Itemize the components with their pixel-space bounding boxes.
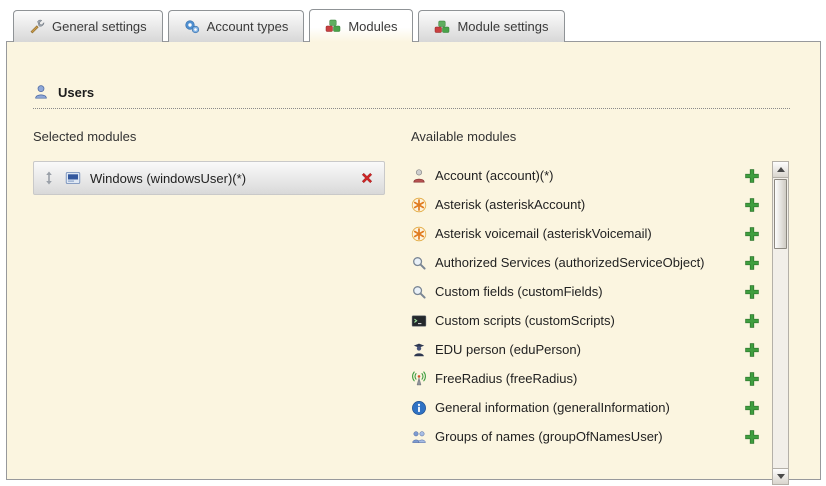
tab-modules[interactable]: Modules — [309, 9, 413, 42]
section-header: Users — [33, 84, 820, 100]
selected-modules-label: Selected modules — [33, 129, 385, 144]
available-modules-scrollbar[interactable] — [772, 161, 789, 485]
available-module-name: Asterisk voicemail (asteriskVoicemail) — [435, 226, 744, 241]
tab-label: Account types — [207, 19, 289, 34]
tab-account-types[interactable]: Account types — [168, 10, 305, 42]
green-plus-icon — [744, 284, 760, 300]
windows-module-icon — [65, 170, 81, 186]
available-module-row: Custom scripts (customScripts) — [411, 306, 772, 335]
available-module-name: Authorized Services (authorizedServiceOb… — [435, 255, 744, 270]
available-module-name: Asterisk (asteriskAccount) — [435, 197, 744, 212]
red-x-icon — [359, 170, 375, 186]
group-icon — [411, 429, 427, 445]
scrollbar-thumb[interactable] — [774, 179, 787, 249]
antenna-icon — [411, 371, 427, 387]
available-module-row: Custom fields (customFields) — [411, 277, 772, 306]
add-module-button[interactable] — [744, 429, 760, 445]
wrench-icon — [29, 19, 45, 35]
scroll-up-button[interactable] — [773, 162, 788, 178]
available-module-row: Account (account)(*) — [411, 161, 772, 190]
available-modules-column: Available modules Account (account)(*) — [411, 125, 789, 485]
green-plus-icon — [744, 168, 760, 184]
available-module-name: General information (generalInformation) — [435, 400, 744, 415]
green-plus-icon — [744, 429, 760, 445]
add-module-button[interactable] — [744, 197, 760, 213]
module-settings-icon — [434, 19, 450, 35]
tab-label: Modules — [348, 19, 397, 34]
terminal-icon — [411, 313, 427, 329]
add-module-button[interactable] — [744, 168, 760, 184]
arrow-down-icon — [777, 474, 785, 479]
available-module-row: Groups of names (groupOfNamesUser) — [411, 422, 772, 451]
green-plus-icon — [744, 197, 760, 213]
available-module-row: EDU person (eduPerson) — [411, 335, 772, 364]
add-module-button[interactable] — [744, 255, 760, 271]
add-module-button[interactable] — [744, 313, 760, 329]
available-module-name: Account (account)(*) — [435, 168, 744, 183]
add-module-button[interactable] — [744, 284, 760, 300]
tab-label: General settings — [52, 19, 147, 34]
green-plus-icon — [744, 226, 760, 242]
available-modules-list: Account (account)(*) — [411, 161, 789, 485]
green-plus-icon — [744, 400, 760, 416]
green-plus-icon — [744, 342, 760, 358]
selected-module-row[interactable]: Windows (windowsUser)(*) — [33, 161, 385, 195]
edu-person-icon — [411, 342, 427, 358]
available-module-name: Groups of names (groupOfNamesUser) — [435, 429, 744, 444]
module-columns: Selected modules Windows (w — [33, 125, 820, 485]
modules-icon — [325, 18, 341, 34]
available-module-row: Authorized Services (authorizedServiceOb… — [411, 248, 772, 277]
add-module-button[interactable] — [744, 400, 760, 416]
section-title: Users — [58, 85, 94, 100]
available-module-name: EDU person (eduPerson) — [435, 342, 744, 357]
arrow-up-icon — [777, 167, 785, 172]
asterisk-icon — [411, 197, 427, 213]
available-module-row: General information (generalInformation) — [411, 393, 772, 422]
selected-modules-column: Selected modules Windows (w — [33, 125, 385, 485]
tab-label: Module settings — [457, 19, 548, 34]
info-icon — [411, 400, 427, 416]
available-modules-label: Available modules — [411, 129, 789, 144]
selected-module-name: Windows (windowsUser)(*) — [90, 171, 359, 186]
green-plus-icon — [744, 371, 760, 387]
add-module-button[interactable] — [744, 226, 760, 242]
available-module-row: Asterisk (asteriskAccount) — [411, 190, 772, 219]
tab-general-settings[interactable]: General settings — [13, 10, 163, 42]
remove-module-button[interactable] — [359, 170, 375, 186]
green-plus-icon — [744, 313, 760, 329]
asterisk-voicemail-icon — [411, 226, 427, 242]
user-icon — [33, 84, 49, 100]
green-plus-icon — [744, 255, 760, 271]
magnifier-icon — [411, 255, 427, 271]
scroll-down-button[interactable] — [773, 468, 788, 484]
content-panel: Users Selected modules — [6, 41, 821, 480]
drag-handle-icon[interactable] — [43, 170, 55, 186]
available-module-row: Asterisk voicemail (asteriskVoicemail) — [411, 219, 772, 248]
available-module-name: FreeRadius (freeRadius) — [435, 371, 744, 386]
add-module-button[interactable] — [744, 342, 760, 358]
gears-icon — [184, 19, 200, 35]
divider — [33, 108, 790, 109]
available-module-row: FreeRadius (freeRadius) — [411, 364, 772, 393]
magnifier-icon — [411, 284, 427, 300]
tab-bar: General settings Account types Modules — [13, 9, 565, 42]
add-module-button[interactable] — [744, 371, 760, 387]
available-module-name: Custom fields (customFields) — [435, 284, 744, 299]
tab-module-settings[interactable]: Module settings — [418, 10, 564, 42]
available-module-name: Custom scripts (customScripts) — [435, 313, 744, 328]
scrollbar-track[interactable] — [773, 178, 788, 468]
account-icon — [411, 168, 427, 184]
